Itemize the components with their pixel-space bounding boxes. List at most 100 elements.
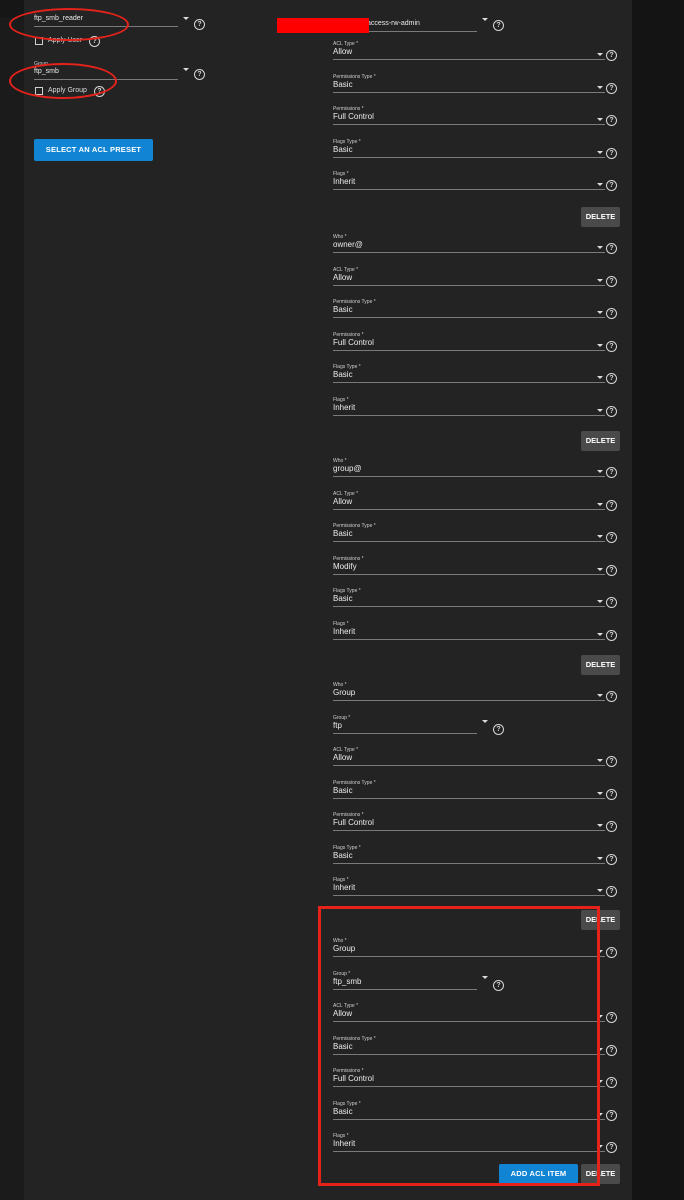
entry-1-acl-type-field[interactable]: ACL Type * Allow (333, 267, 605, 286)
entry-2-permissions-type-field[interactable]: Permissions Type * Basic (333, 523, 605, 542)
entry-1-who-caret-icon[interactable] (597, 246, 603, 249)
entry-2-who-caret-icon[interactable] (597, 470, 603, 473)
entry-2-permissions-type-caret-icon[interactable] (597, 535, 603, 538)
entry-3-who-help-icon[interactable]: ? (606, 691, 617, 702)
entry-0-permissions-value: Full Control (333, 112, 605, 125)
entry-4-permissions-type-help-icon[interactable]: ? (606, 1044, 617, 1056)
entry-1-flags-help-icon[interactable]: ? (606, 405, 617, 417)
entry-4-permissions-help-icon[interactable]: ? (606, 1077, 617, 1088)
entry-3-permissions-type-caret-icon[interactable] (597, 791, 603, 795)
entry-0-permissions-help-icon[interactable]: ? (606, 115, 617, 126)
group-help-icon[interactable]: ? (194, 69, 205, 80)
entry-0-flags-type-caret-icon[interactable] (597, 150, 603, 154)
entry-0-acl-type-field[interactable]: ACL Type * Allow (333, 41, 605, 60)
entry-3-permissions-type-value: Basic (333, 786, 605, 799)
entry-1-permissions-type-help-icon[interactable]: ? (606, 308, 617, 319)
entry-3-permissions-type-field[interactable]: Permissions Type * Basic (333, 780, 605, 799)
entry-1-permissions-type-field[interactable]: Permissions Type * Basic (333, 299, 605, 318)
entry-1-permissions-field[interactable]: Permissions * Full Control (333, 332, 605, 351)
select-acl-preset-button[interactable]: SELECT AN ACL PRESET (34, 139, 153, 161)
top-group-help-icon[interactable]: ? (493, 20, 504, 31)
entry-0-flags-type-help-icon[interactable]: ? (606, 147, 617, 159)
entry-0-permissions-type-help-icon[interactable]: ? (606, 82, 617, 94)
entry-3-permissions-type-help-icon[interactable]: ? (606, 788, 617, 800)
entry-1-acl-type-help-icon[interactable]: ? (606, 275, 617, 287)
entry-3-group-value: ftp (333, 721, 477, 734)
entry-0-flags-type-field[interactable]: Flags Type * Basic (333, 139, 605, 158)
entry-1-flags-type-caret-icon[interactable] (597, 376, 603, 379)
entry-0-flags-caret-icon[interactable] (597, 183, 603, 186)
entry-0-permissions-field[interactable]: Permissions * Full Control (333, 106, 605, 125)
entry-1-who-field[interactable]: Who * owner@ (333, 234, 605, 253)
entry-3-flags-type-caret-icon[interactable] (597, 856, 603, 860)
entry-4-acl-type-help-icon[interactable]: ? (606, 1012, 617, 1023)
entry-3-permissions-field[interactable]: Permissions * Full Control (333, 812, 605, 831)
entry-3-flags-caret-icon[interactable] (597, 889, 603, 892)
entry-3-flags-field[interactable]: Flags * Inherit (333, 877, 605, 896)
entry-1-permissions-type-value: Basic (333, 305, 605, 318)
entry-0-acl-type-help-icon[interactable]: ? (606, 50, 617, 61)
user-help-icon[interactable]: ? (194, 19, 205, 30)
entry-2-permissions-help-icon[interactable]: ? (606, 564, 617, 576)
entry-2-acl-type-help-icon[interactable]: ? (606, 499, 617, 511)
entry-2-flags-field[interactable]: Flags * Inherit (333, 621, 605, 640)
entry-3-acl-type-help-icon[interactable]: ? (606, 756, 617, 767)
entry-0-flags-help-icon[interactable]: ? (606, 180, 617, 191)
entry-3-permissions-help-icon[interactable]: ? (606, 821, 617, 832)
entry-0-flags-field[interactable]: Flags * Inherit (333, 171, 605, 190)
entry-2-acl-type-value: Allow (333, 497, 605, 510)
entry-0-acl-type-caret-icon[interactable] (597, 53, 603, 56)
entry-1-flags-type-field[interactable]: Flags Type * Basic (333, 364, 605, 383)
entry-3-who-field[interactable]: Who * Group (333, 682, 605, 701)
entry-0-delete-button[interactable]: DELETE (581, 207, 620, 227)
entry-4-who-help-icon[interactable]: ? (606, 947, 617, 958)
entry-3-who-caret-icon[interactable] (597, 694, 603, 697)
group-dropdown-caret-icon[interactable] (183, 68, 189, 71)
entry-2-flags-type-help-icon[interactable]: ? (606, 597, 617, 608)
entry-4-flags-type-help-icon[interactable]: ? (606, 1109, 617, 1121)
entry-0-permissions-caret-icon[interactable] (597, 118, 603, 121)
entry-3-group-caret-icon[interactable] (482, 719, 488, 723)
entry-2-permissions-caret-icon[interactable] (597, 567, 603, 571)
annotation-highlight-box (318, 906, 600, 1186)
user-dropdown-caret-icon[interactable] (183, 17, 189, 20)
entry-3-permissions-value: Full Control (333, 818, 605, 831)
entry-1-who-help-icon[interactable]: ? (606, 243, 617, 254)
entry-0-permissions-type-field[interactable]: Permissions Type * Basic (333, 74, 605, 93)
entry-2-flags-type-field[interactable]: Flags Type * Basic (333, 588, 605, 607)
entry-1-flags-type-help-icon[interactable]: ? (606, 373, 617, 384)
entry-2-acl-type-caret-icon[interactable] (597, 502, 603, 506)
entry-1-acl-type-caret-icon[interactable] (597, 278, 603, 282)
entry-3-flags-value: Inherit (333, 883, 605, 896)
entry-4-flags-help-icon[interactable]: ? (606, 1142, 617, 1153)
entry-3-group-help-icon[interactable]: ? (493, 723, 504, 735)
entry-2-flags-value: Inherit (333, 627, 605, 640)
entry-3-acl-type-caret-icon[interactable] (597, 759, 603, 762)
entry-2-permissions-value: Modify (333, 562, 605, 575)
entry-2-who-field[interactable]: Who * group@ (333, 458, 605, 477)
entry-1-delete-button[interactable]: DELETE (581, 431, 620, 451)
entry-2-flags-type-caret-icon[interactable] (597, 600, 603, 603)
entry-1-permissions-help-icon[interactable]: ? (606, 340, 617, 352)
entry-1-flags-caret-icon[interactable] (597, 408, 603, 412)
entry-2-acl-type-field[interactable]: ACL Type * Allow (333, 491, 605, 510)
entry-3-flags-type-field[interactable]: Flags Type * Basic (333, 845, 605, 864)
entry-2-flags-help-icon[interactable]: ? (606, 629, 617, 641)
entry-3-permissions-caret-icon[interactable] (597, 824, 603, 827)
entry-1-flags-field[interactable]: Flags * Inherit (333, 397, 605, 416)
entry-3-flags-type-help-icon[interactable]: ? (606, 853, 617, 865)
entry-2-who-value: group@ (333, 464, 605, 477)
entry-3-flags-help-icon[interactable]: ? (606, 886, 617, 897)
entry-1-permissions-type-caret-icon[interactable] (597, 311, 603, 314)
entry-2-permissions-field[interactable]: Permissions * Modify (333, 556, 605, 575)
entry-2-flags-caret-icon[interactable] (597, 632, 603, 636)
entry-2-delete-button[interactable]: DELETE (581, 655, 620, 675)
entry-1-permissions-caret-icon[interactable] (597, 343, 603, 347)
entry-2-flags-type-value: Basic (333, 594, 605, 607)
entry-2-who-help-icon[interactable]: ? (606, 467, 617, 478)
entry-0-permissions-type-caret-icon[interactable] (597, 85, 603, 89)
entry-3-group-field[interactable]: Group * ftp (333, 715, 477, 734)
top-group-caret-icon[interactable] (482, 18, 488, 21)
entry-2-permissions-type-help-icon[interactable]: ? (606, 532, 617, 543)
entry-3-acl-type-field[interactable]: ACL Type * Allow (333, 747, 605, 766)
